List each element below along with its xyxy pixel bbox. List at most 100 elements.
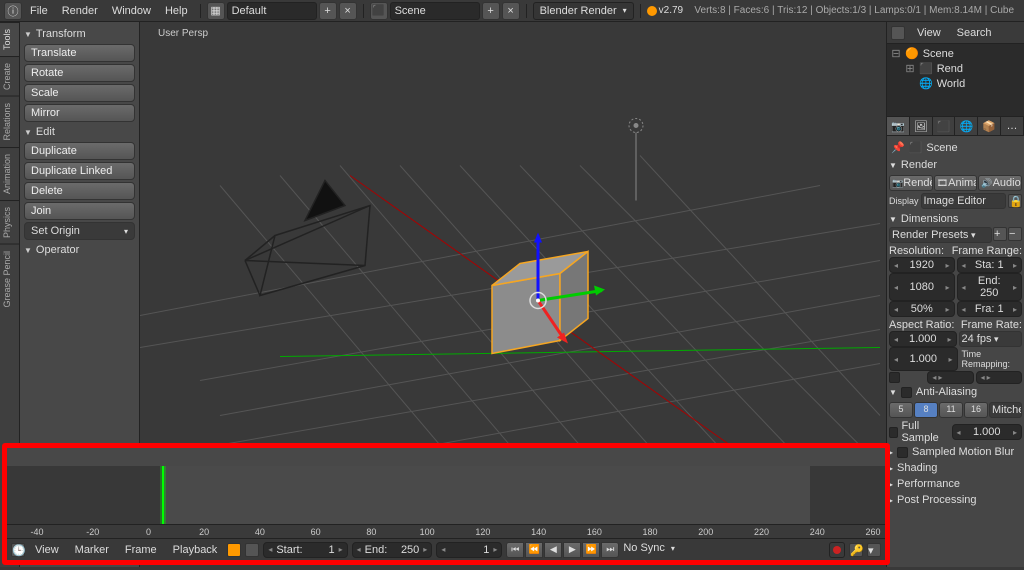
lock-icon[interactable]: 🔒 <box>1008 194 1022 208</box>
aa-5[interactable]: 5 <box>889 402 913 418</box>
prop-tab-object[interactable]: 📦 <box>978 117 1001 135</box>
layout-add-icon[interactable]: + <box>319 2 337 20</box>
render-engine-dropdown[interactable]: Blender Render▾ <box>533 2 634 20</box>
scene-dropdown[interactable]: Scene <box>390 2 480 20</box>
preset-remove-icon[interactable]: − <box>1008 227 1022 241</box>
start-frame-field[interactable]: ◂Start:1▸ <box>263 542 347 558</box>
outliner-view-menu[interactable]: View <box>909 25 949 41</box>
time-remap-old[interactable]: ◂▸ <box>927 371 973 384</box>
prop-tab-world[interactable]: 🌐 <box>955 117 978 135</box>
timeline-menu-marker[interactable]: Marker <box>69 542 115 558</box>
aspect-x-field[interactable]: ◂1.000▸ <box>889 331 957 347</box>
keying-dropdown-icon[interactable]: ▾ <box>867 543 881 557</box>
prop-tab-layers[interactable]: 🖼 <box>910 117 933 135</box>
info-editor-icon[interactable]: ⓘ <box>4 2 22 20</box>
playback-controls: ⏮ ⏪ ◀ ▶ ⏩ ⏭ <box>506 542 619 558</box>
shading-head[interactable]: ▸Shading <box>889 460 1022 476</box>
render-anim-button[interactable]: 🎞Animation <box>934 175 978 191</box>
layout-icon[interactable]: ▦ <box>207 2 225 20</box>
tab-physics[interactable]: Physics <box>0 200 19 244</box>
scene-add-icon[interactable]: + <box>482 2 500 20</box>
prop-tab-render[interactable]: 📷 <box>887 117 910 135</box>
time-remap-new[interactable]: ◂▸ <box>976 371 1022 384</box>
delete-button[interactable]: Delete <box>24 182 135 200</box>
frame-start-field[interactable]: ◂Sta: 1▸ <box>957 257 1023 273</box>
menu-help[interactable]: Help <box>159 3 194 19</box>
resolution-y-field[interactable]: ◂1080▸ <box>889 273 955 301</box>
keying-set-icon[interactable]: 🔑 <box>849 543 863 557</box>
prop-tab-scene[interactable]: ⬛ <box>933 117 956 135</box>
end-frame-field[interactable]: ◂End:250▸ <box>352 542 433 558</box>
tab-create[interactable]: Create <box>0 56 19 96</box>
prop-tab-more[interactable]: … <box>1001 117 1024 135</box>
timeline-menu-frame[interactable]: Frame <box>119 542 163 558</box>
mirror-button[interactable]: Mirror <box>24 104 135 122</box>
translate-button[interactable]: Translate <box>24 44 135 62</box>
jump-end-button[interactable]: ⏭ <box>601 542 619 558</box>
scale-button[interactable]: Scale <box>24 84 135 102</box>
layout-dropdown[interactable]: Default <box>227 2 317 20</box>
aa-section-head[interactable]: ▼Anti-Aliasing <box>889 384 1022 400</box>
timeline-editor-icon[interactable]: 🕒 <box>11 543 25 557</box>
full-sample-check[interactable]: Full Sample <box>889 420 950 444</box>
timeline-canvas[interactable]: -40-200204060801001201401601802002202402… <box>7 466 885 538</box>
tab-tools[interactable]: Tools <box>0 22 19 56</box>
resolution-pct-field[interactable]: ◂50%▸ <box>889 301 955 317</box>
post-processing-head[interactable]: ▸Post Processing <box>889 492 1022 508</box>
render-preset-dropdown[interactable]: Render Presets ▾ <box>889 227 992 243</box>
timeline-menu-view[interactable]: View <box>29 542 65 558</box>
frame-step-field[interactable]: ◂Fra: 1▸ <box>957 301 1023 317</box>
preset-add-icon[interactable]: + <box>993 227 1007 241</box>
jump-start-button[interactable]: ⏮ <box>506 542 524 558</box>
resolution-x-field[interactable]: ◂1920▸ <box>889 257 955 273</box>
menu-render[interactable]: Render <box>56 3 104 19</box>
pin-icon[interactable]: 📌 <box>891 141 905 154</box>
play-button[interactable]: ▶ <box>563 542 581 558</box>
timeline-menu-playback[interactable]: Playback <box>167 542 224 558</box>
render-audio-button[interactable]: 🔊Audio <box>978 175 1022 191</box>
render-image-button[interactable]: 📷Render <box>889 175 933 191</box>
render-section-head[interactable]: ▼Render <box>889 157 1022 173</box>
duplicate-button[interactable]: Duplicate <box>24 142 135 160</box>
aa-16[interactable]: 16 <box>964 402 988 418</box>
outliner-editor-icon[interactable] <box>891 26 905 40</box>
filter-size-field[interactable]: ◂1.000▸ <box>952 424 1023 440</box>
play-reverse-button[interactable]: ◀ <box>544 542 562 558</box>
tab-relations[interactable]: Relations <box>0 96 19 147</box>
rotate-button[interactable]: Rotate <box>24 64 135 82</box>
aa-11[interactable]: 11 <box>939 402 963 418</box>
join-button[interactable]: Join <box>24 202 135 220</box>
performance-head[interactable]: ▸Performance <box>889 476 1022 492</box>
frame-end-field[interactable]: ◂End: 250▸ <box>957 273 1023 301</box>
timeline-preview-icon[interactable] <box>245 543 259 557</box>
timeline-range-icon[interactable] <box>227 543 241 557</box>
outliner-search-menu[interactable]: Search <box>949 25 1000 41</box>
tab-grease-pencil[interactable]: Grease Pencil <box>0 244 19 314</box>
fps-dropdown[interactable]: 24 fps ▾ <box>959 331 1023 347</box>
outliner-tree[interactable]: ⊟🟠Scene ⊞⬛Rend 🌐World <box>887 44 1024 116</box>
layout-remove-icon[interactable]: × <box>339 2 357 20</box>
scene-remove-icon[interactable]: × <box>502 2 520 20</box>
aa-filter-dropdown[interactable]: Mitchell ▾ <box>989 402 1022 418</box>
keyframe-prev-button[interactable]: ⏪ <box>525 542 543 558</box>
set-origin-button[interactable]: Set Origin▾ <box>24 222 135 240</box>
operator-panel-head[interactable]: ▼Operator <box>24 242 135 258</box>
sync-mode-dropdown[interactable]: No Sync▾ <box>623 542 675 558</box>
motion-blur-head[interactable]: ▸Sampled Motion Blur <box>889 444 1022 460</box>
display-mode-dropdown[interactable]: Image Editor <box>921 193 1006 209</box>
aa-8[interactable]: 8 <box>914 402 938 418</box>
tab-animation[interactable]: Animation <box>0 147 19 200</box>
keyframe-next-button[interactable]: ⏩ <box>582 542 600 558</box>
auto-keyframe-button[interactable] <box>829 542 845 558</box>
current-frame-field[interactable]: ◂1▸ <box>436 542 502 558</box>
dimensions-section-head[interactable]: ▼Dimensions <box>889 211 1022 227</box>
menu-file[interactable]: File <box>24 3 54 19</box>
transform-panel-head[interactable]: ▼Transform <box>24 26 135 42</box>
aspect-y-field[interactable]: ◂1.000▸ <box>889 347 958 371</box>
edit-panel-head[interactable]: ▼Edit <box>24 124 135 140</box>
menu-window[interactable]: Window <box>106 3 157 19</box>
timeline-ruler[interactable]: -40-200204060801001201401601802002202402… <box>7 524 885 538</box>
border-check[interactable] <box>889 371 925 384</box>
duplicate-linked-button[interactable]: Duplicate Linked <box>24 162 135 180</box>
scene-icon[interactable]: ⬛ <box>370 2 388 20</box>
